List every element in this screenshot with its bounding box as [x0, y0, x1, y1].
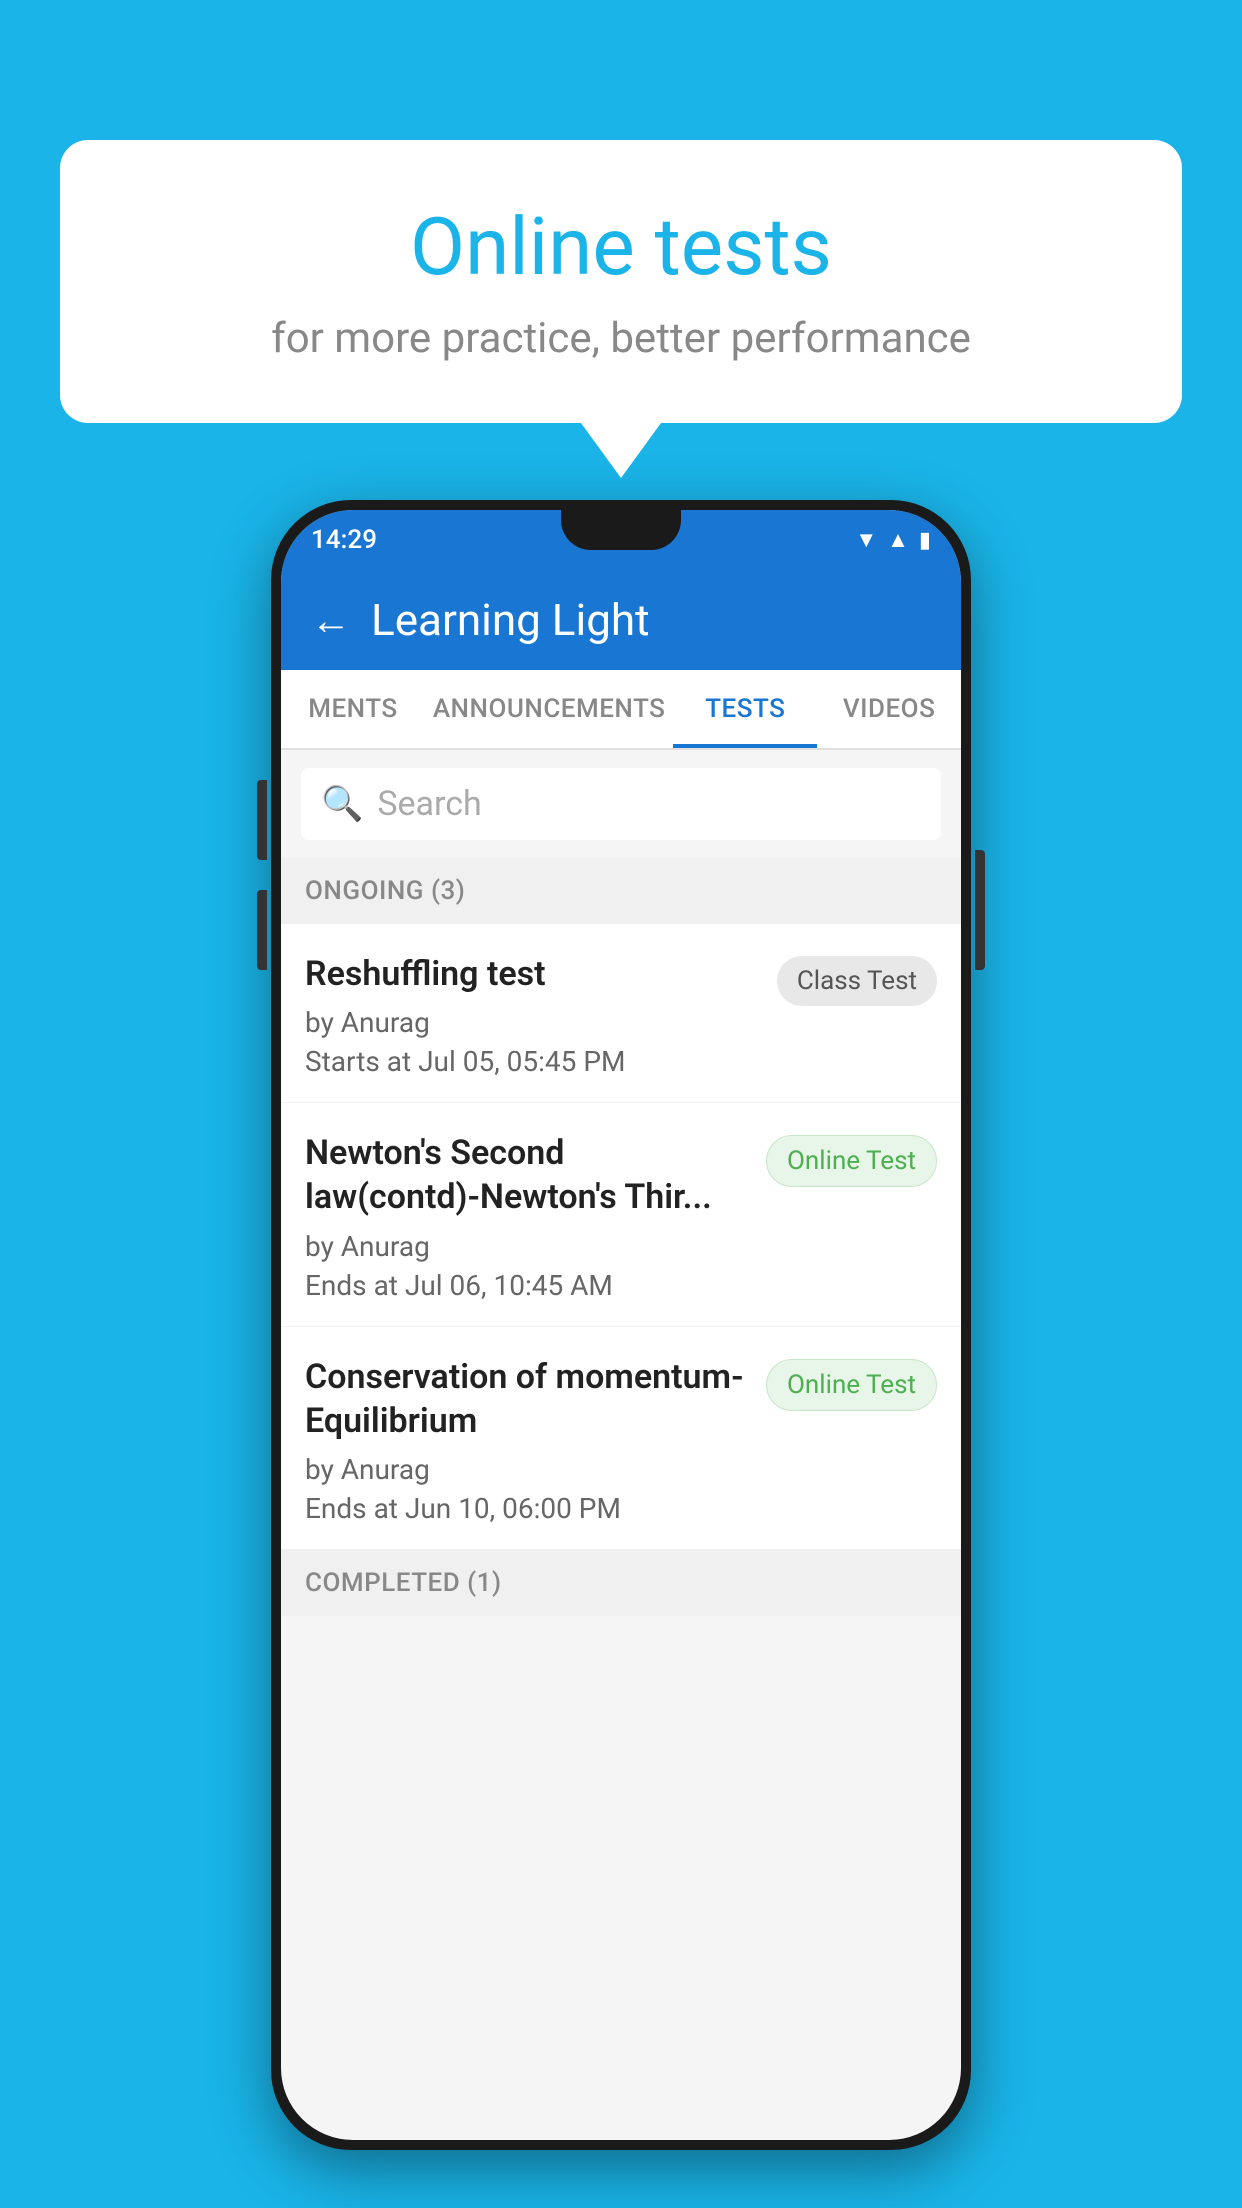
test-info-newton: Newton's Second law(contd)-Newton's Thir…	[305, 1131, 766, 1301]
completed-label: COMPLETED (1)	[305, 1568, 502, 1598]
phone-screen: 14:29 ▼ ▲ ▮ ← Learning Light MENTS ANNOU…	[281, 510, 961, 2140]
app-bar: ← Learning Light	[281, 570, 961, 670]
phone-frame: 14:29 ▼ ▲ ▮ ← Learning Light MENTS ANNOU…	[271, 500, 971, 2150]
speech-bubble-subtitle: for more practice, better performance	[140, 314, 1102, 363]
notch	[561, 510, 681, 550]
search-input[interactable]: Search	[377, 784, 481, 824]
speech-bubble-title: Online tests	[140, 200, 1102, 294]
test-badge-conservation: Online Test	[766, 1359, 937, 1411]
tab-videos[interactable]: VIDEOS	[817, 670, 961, 748]
speech-bubble: Online tests for more practice, better p…	[60, 140, 1182, 423]
test-date-conservation: Ends at Jun 10, 06:00 PM	[305, 1492, 746, 1525]
test-date-newton: Ends at Jul 06, 10:45 AM	[305, 1269, 746, 1302]
completed-section-header: COMPLETED (1)	[281, 1550, 961, 1616]
back-button[interactable]: ←	[311, 597, 351, 644]
test-name-reshuffling: Reshuffling test	[305, 952, 757, 996]
battery-icon: ▮	[919, 528, 931, 553]
status-bar: 14:29 ▼ ▲ ▮	[281, 510, 961, 570]
status-time: 14:29	[311, 525, 377, 555]
tab-ments[interactable]: MENTS	[281, 670, 425, 748]
test-item-reshuffling[interactable]: Reshuffling test by Anurag Starts at Jul…	[281, 924, 961, 1103]
test-item-conservation[interactable]: Conservation of momentum-Equilibrium by …	[281, 1327, 961, 1550]
signal-icon: ▲	[887, 527, 909, 553]
volume-up-button[interactable]	[257, 890, 267, 970]
search-container: 🔍 Search	[281, 750, 961, 858]
test-author-conservation: by Anurag	[305, 1453, 746, 1486]
power-button[interactable]	[975, 850, 985, 970]
test-name-conservation: Conservation of momentum-Equilibrium	[305, 1355, 746, 1443]
search-bar[interactable]: 🔍 Search	[301, 768, 941, 840]
ongoing-label: ONGOING (3)	[305, 876, 465, 906]
ongoing-section-header: ONGOING (3)	[281, 858, 961, 924]
test-info-conservation: Conservation of momentum-Equilibrium by …	[305, 1355, 766, 1525]
tab-tests[interactable]: TESTS	[673, 670, 817, 748]
speech-bubble-tail	[581, 423, 661, 478]
test-item-newton[interactable]: Newton's Second law(contd)-Newton's Thir…	[281, 1103, 961, 1326]
wifi-icon: ▼	[855, 527, 877, 553]
test-badge-newton: Online Test	[766, 1135, 937, 1187]
speech-bubble-container: Online tests for more practice, better p…	[60, 140, 1182, 478]
volume-down-button[interactable]	[257, 780, 267, 860]
search-icon: 🔍	[321, 784, 363, 824]
test-badge-reshuffling: Class Test	[777, 956, 937, 1006]
test-author-newton: by Anurag	[305, 1230, 746, 1263]
app-title: Learning Light	[371, 594, 650, 646]
tabs-container: MENTS ANNOUNCEMENTS TESTS VIDEOS	[281, 670, 961, 750]
test-author-reshuffling: by Anurag	[305, 1006, 757, 1039]
status-icons: ▼ ▲ ▮	[855, 527, 931, 553]
tab-announcements[interactable]: ANNOUNCEMENTS	[425, 670, 674, 748]
test-info-reshuffling: Reshuffling test by Anurag Starts at Jul…	[305, 952, 777, 1078]
test-date-reshuffling: Starts at Jul 05, 05:45 PM	[305, 1045, 757, 1078]
test-name-newton: Newton's Second law(contd)-Newton's Thir…	[305, 1131, 746, 1219]
